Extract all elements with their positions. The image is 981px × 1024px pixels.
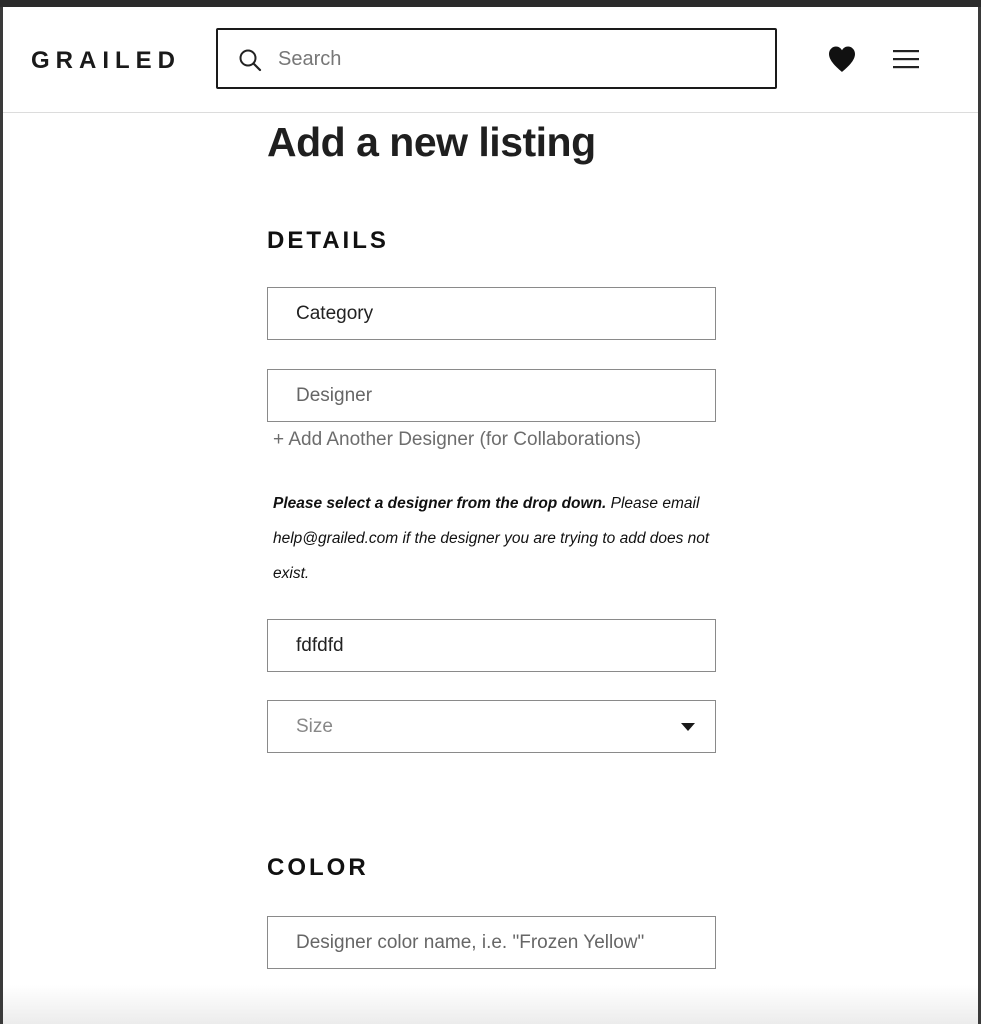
bottom-fade (3, 985, 978, 1024)
color-name-input[interactable] (296, 917, 696, 968)
window-top-strip (0, 0, 981, 7)
add-another-designer-link[interactable]: + Add Another Designer (for Collaboratio… (273, 429, 641, 451)
designer-help-note: Please select a designer from the drop d… (273, 486, 713, 591)
designer-input[interactable] (296, 370, 696, 421)
item-name-field[interactable] (267, 619, 716, 672)
caret-down-icon (681, 723, 695, 731)
color-heading: COLOR (267, 854, 369, 881)
grailed-logo[interactable]: GRAILED (31, 47, 181, 75)
search-input[interactable] (278, 42, 758, 76)
site-header: GRAILED (3, 7, 978, 113)
size-select[interactable]: Size (267, 700, 716, 753)
item-name-input[interactable] (296, 620, 696, 671)
page-title: Add a new listing (267, 119, 596, 165)
heart-icon[interactable] (827, 45, 857, 73)
search-icon (239, 49, 262, 72)
details-heading: DETAILS (267, 227, 389, 254)
window-left-edge (0, 7, 3, 1024)
color-name-field[interactable] (267, 916, 716, 969)
size-select-value: Size (296, 716, 333, 737)
designer-help-note-bold: Please select a designer from the drop d… (273, 495, 607, 512)
search-bar[interactable] (216, 28, 777, 89)
designer-field[interactable] (267, 369, 716, 422)
category-field[interactable] (267, 287, 716, 340)
category-input[interactable] (296, 288, 696, 339)
hamburger-menu-icon[interactable] (892, 47, 920, 71)
